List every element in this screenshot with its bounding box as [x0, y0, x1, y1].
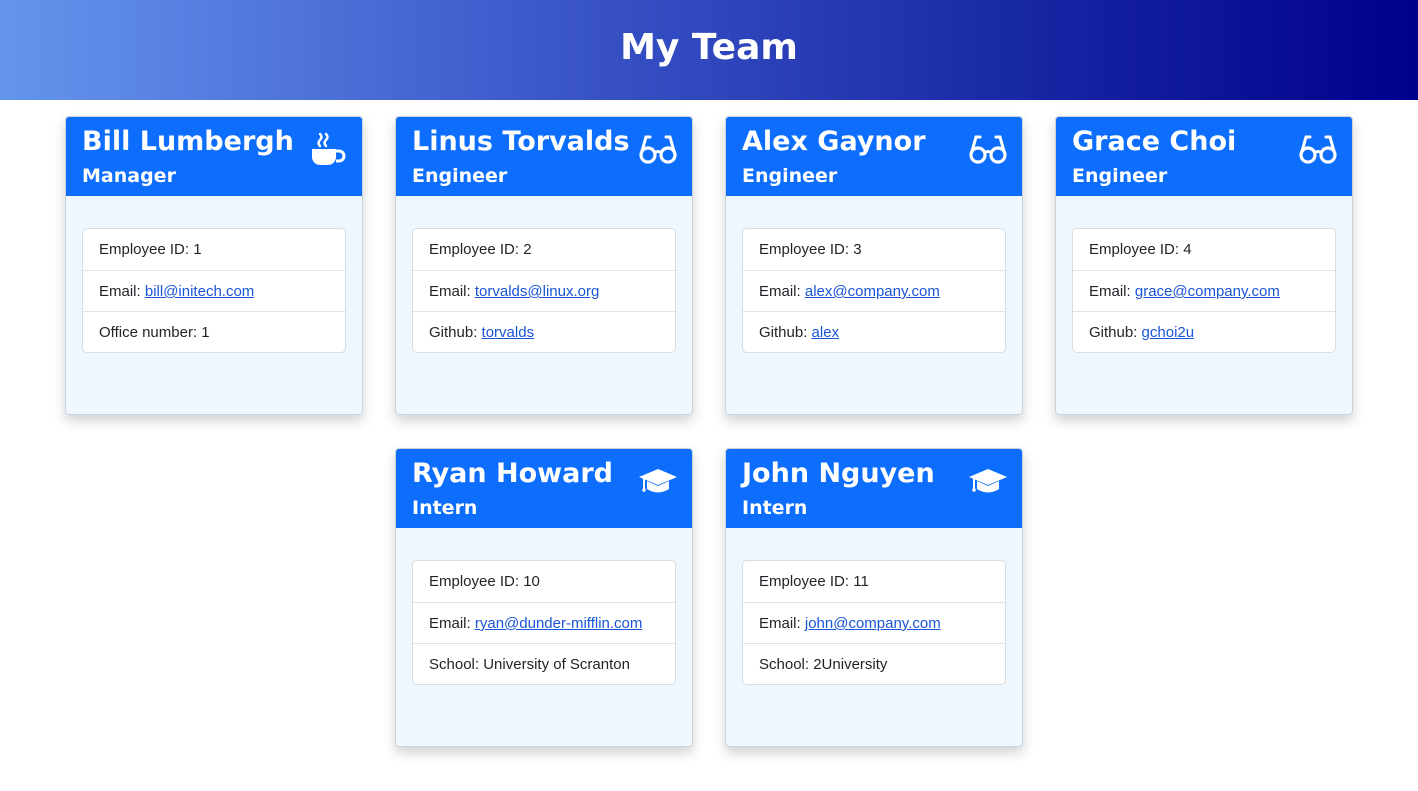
employee-details: Employee ID: 11 Email: john@company.com …	[742, 560, 1006, 685]
employee-name: Grace Choi	[1072, 126, 1237, 157]
employee-id: Employee ID: 3	[759, 241, 862, 258]
email-link[interactable]: ryan@dunder-mifflin.com	[475, 615, 643, 632]
card-header: John Nguyen Intern	[726, 449, 1022, 528]
employee-role: Engineer	[742, 165, 838, 187]
employee-card-engineer: Grace Choi Engineer Employee ID: 4 Email…	[1055, 116, 1353, 415]
employee-role: Engineer	[1072, 165, 1168, 187]
employee-email: Email: alex@company.com	[743, 270, 1005, 311]
employee-email: Email: grace@company.com	[1073, 270, 1335, 311]
employee-name: Linus Torvalds	[412, 126, 630, 157]
employee-email: Email: john@company.com	[743, 602, 1005, 643]
employee-card-intern: John Nguyen Intern Employee ID: 11 Email…	[725, 448, 1023, 747]
employee-name: Bill Lumbergh	[82, 126, 294, 157]
graduation-cap-icon	[968, 463, 1008, 499]
glasses-icon	[1298, 131, 1338, 167]
github-link[interactable]: gchoi2u	[1142, 324, 1195, 341]
github-profile: Github: alex	[743, 311, 1005, 352]
card-header: Bill Lumbergh Manager	[66, 117, 362, 196]
glasses-icon	[968, 131, 1008, 167]
glasses-icon	[638, 131, 678, 167]
employee-email: Email: bill@initech.com	[83, 270, 345, 311]
employee-id: Employee ID: 11	[759, 573, 869, 590]
github-link[interactable]: torvalds	[482, 324, 535, 341]
school: School: University of Scranton	[413, 643, 675, 684]
employee-details: Employee ID: 10 Email: ryan@dunder-miffl…	[412, 560, 676, 685]
coffee-icon	[308, 131, 348, 167]
card-header: Ryan Howard Intern	[396, 449, 692, 528]
github-link[interactable]: alex	[812, 324, 840, 341]
employee-card-engineer: Linus Torvalds Engineer Employee ID: 2 E…	[395, 116, 693, 415]
office-number: Office number: 1	[83, 311, 345, 352]
employee-email: Email: torvalds@linux.org	[413, 270, 675, 311]
github-profile: Github: torvalds	[413, 311, 675, 352]
employee-details: Employee ID: 3 Email: alex@company.com G…	[742, 228, 1006, 353]
employee-id: Employee ID: 4	[1089, 241, 1192, 258]
employee-name: Alex Gaynor	[742, 126, 926, 157]
github-profile: Github: gchoi2u	[1073, 311, 1335, 352]
employee-email: Email: ryan@dunder-mifflin.com	[413, 602, 675, 643]
employee-role: Intern	[412, 497, 478, 519]
employee-details: Employee ID: 2 Email: torvalds@linux.org…	[412, 228, 676, 353]
employee-card-intern: Ryan Howard Intern Employee ID: 10 Email…	[395, 448, 693, 747]
email-link[interactable]: alex@company.com	[805, 283, 940, 300]
employee-name: John Nguyen	[742, 458, 935, 489]
employee-role: Intern	[742, 497, 808, 519]
page-header: My Team	[0, 0, 1418, 100]
employee-id: Employee ID: 10	[429, 573, 540, 590]
card-header: Grace Choi Engineer	[1056, 117, 1352, 196]
employee-details: Employee ID: 4 Email: grace@company.com …	[1072, 228, 1336, 353]
employee-id: Employee ID: 2	[429, 241, 532, 258]
graduation-cap-icon	[638, 463, 678, 499]
email-link[interactable]: torvalds@linux.org	[475, 283, 599, 300]
card-header: Alex Gaynor Engineer	[726, 117, 1022, 196]
employee-card-engineer: Alex Gaynor Engineer Employee ID: 3 Emai…	[725, 116, 1023, 415]
email-link[interactable]: john@company.com	[805, 615, 941, 632]
employee-details: Employee ID: 1 Email: bill@initech.com O…	[82, 228, 346, 353]
page-title: My Team	[620, 26, 798, 68]
employee-card-manager: Bill Lumbergh Manager Employee ID: 1 Ema…	[65, 116, 363, 415]
employee-role: Engineer	[412, 165, 508, 187]
employee-id: Employee ID: 1	[99, 241, 202, 258]
employee-name: Ryan Howard	[412, 458, 613, 489]
school: School: 2University	[743, 643, 1005, 684]
card-header: Linus Torvalds Engineer	[396, 117, 692, 196]
email-link[interactable]: bill@initech.com	[145, 283, 254, 300]
email-link[interactable]: grace@company.com	[1135, 283, 1280, 300]
employee-role: Manager	[82, 165, 176, 187]
